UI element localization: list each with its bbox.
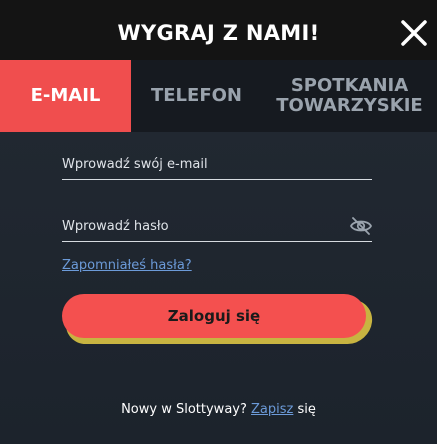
tab-email-label: E-MAIL <box>30 85 101 106</box>
modal-header: WYGRAJ Z NAMI! <box>0 0 437 60</box>
login-modal: WYGRAJ Z NAMI! E-MAIL TELEFON SPOTKANIA … <box>0 0 437 444</box>
tab-social-label-line1: SPOTKANIA <box>290 75 409 96</box>
signup-prompt: Nowy w Slottyway? Zapisz się <box>0 402 437 417</box>
password-field <box>62 212 373 242</box>
password-visibility-toggle[interactable] <box>349 216 373 236</box>
email-field <box>62 150 372 180</box>
eye-off-icon <box>349 217 373 235</box>
tab-phone[interactable]: TELEFON <box>131 60 262 132</box>
login-method-tabs: E-MAIL TELEFON SPOTKANIA TOWARZYSKIE <box>0 60 437 132</box>
signup-prompt-suffix: się <box>297 402 316 417</box>
password-input[interactable] <box>62 212 372 240</box>
login-button-wrapper: Zaloguj się <box>62 294 375 344</box>
close-button[interactable] <box>399 18 429 48</box>
close-icon <box>401 20 427 46</box>
tab-social[interactable]: SPOTKANIA TOWARZYSKIE <box>262 60 437 132</box>
email-input[interactable] <box>62 150 372 178</box>
login-button[interactable]: Zaloguj się <box>62 294 366 338</box>
signup-link[interactable]: Zapisz <box>251 402 293 417</box>
tab-phone-label: TELEFON <box>150 85 242 106</box>
forgot-password-link[interactable]: Zapomniałeś hasła? <box>62 258 192 273</box>
modal-title: WYGRAJ Z NAMI! <box>117 21 320 45</box>
tab-email[interactable]: E-MAIL <box>0 60 131 132</box>
signup-prompt-text: Nowy w Slottyway? <box>121 402 247 417</box>
tab-social-label-line2: TOWARZYSKIE <box>276 95 423 116</box>
